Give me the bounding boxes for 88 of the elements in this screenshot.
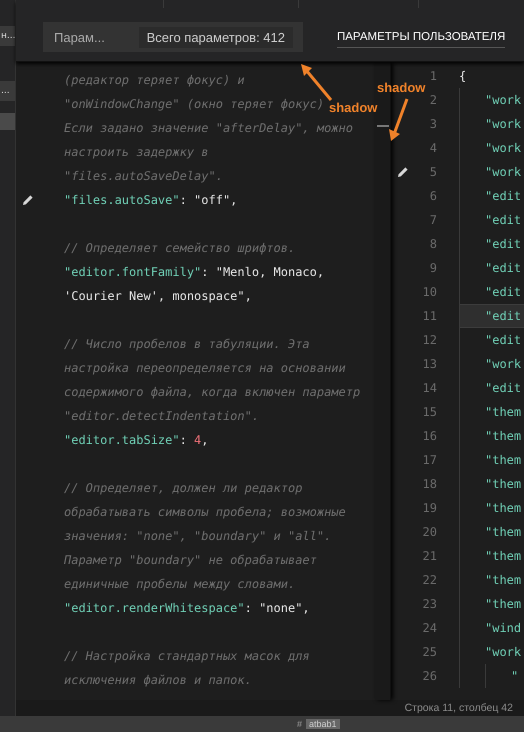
code-line: "them: [485, 429, 522, 443]
code-line: "work: [485, 141, 522, 155]
code-comment: настроить задержку в: [64, 145, 208, 159]
line-number: 8: [428, 237, 437, 251]
code-comment: "files.autoSaveDelay".: [64, 169, 223, 183]
line-number: 23: [422, 597, 437, 611]
code-line: "wind: [485, 621, 522, 635]
scroll-marker: [377, 125, 389, 127]
settings-tab[interactable]: ПАРАМЕТРЫ ПОЛЬЗОВАТЕЛЯ: [337, 30, 506, 48]
code-line: "work: [485, 93, 522, 107]
code-line: "work: [485, 645, 522, 659]
code-comment: Если задано значение "afterDelay", можно: [64, 121, 353, 135]
annotation-label: shadow: [329, 100, 378, 115]
code-comment: содержимого файла, когда включен параметр: [64, 385, 360, 399]
line-number: 6: [428, 189, 437, 203]
code-line: "files.autoSave": "off",: [64, 193, 238, 207]
code-line: 'Courier New', monospace",: [64, 289, 252, 303]
line-number: 13: [422, 357, 437, 371]
line-number: 24: [422, 621, 437, 635]
code-line: "work: [485, 117, 522, 131]
pencil-icon[interactable]: [397, 166, 409, 178]
line-number: 22: [422, 573, 437, 587]
line-number: 20: [422, 525, 437, 539]
code-line: {: [459, 69, 466, 83]
annotation-label: shadow: [377, 80, 426, 95]
code-line: "edit: [485, 189, 522, 203]
line-number: 3: [428, 117, 437, 131]
tag-label: atbab1: [306, 719, 340, 729]
line-number: 7: [428, 213, 437, 227]
code-line: ": [511, 669, 518, 683]
line-number: 2: [428, 93, 437, 107]
line-number: 19: [422, 501, 437, 515]
code-line: "editor.renderWhitespace": "none",: [64, 601, 310, 615]
line-number: 4: [428, 141, 437, 155]
code-comment: "onWindowChange" (окно теряет фокус): [64, 97, 324, 111]
code-line: "work: [485, 165, 522, 179]
line-number: 17: [422, 453, 437, 467]
line-number: 9: [428, 261, 437, 275]
code-comment: "editor.detectIndentation".: [64, 409, 260, 423]
sidebar-item[interactable]: ...: [0, 81, 15, 101]
cursor-position: Строка 11, столбец 42: [404, 702, 513, 714]
code-line: "edit: [485, 237, 522, 251]
code-line: "them: [485, 549, 522, 563]
search-field[interactable]: Парам...: [54, 30, 130, 44]
line-number: 25: [422, 645, 437, 659]
code-line: "edit: [485, 381, 522, 395]
code-comment: единичные пробелы между словами.: [64, 577, 296, 591]
line-number: 16: [422, 429, 437, 443]
code-line: "them: [485, 453, 522, 467]
count-badge: Всего параметров: 412: [138, 26, 293, 48]
line-number: 26: [422, 669, 437, 683]
line-number: 15: [422, 405, 437, 419]
code-comment: // Число пробелов в табуляции. Эта: [64, 337, 310, 351]
code-comment: // Определяет, должен ли редактор: [64, 481, 302, 495]
code-line: "them: [485, 405, 522, 419]
code-line: "them: [485, 597, 522, 611]
code-line: "work: [485, 357, 522, 371]
code-comment: настройка переопределяется на основании: [64, 361, 346, 375]
line-number: 11: [422, 309, 437, 323]
code-line: "edit: [485, 213, 522, 227]
code-comment: Параметр "boundary" не обрабатывает: [64, 553, 317, 567]
code-comment: // Настройка стандартных масок для: [64, 649, 310, 663]
code-line: "edit: [485, 309, 522, 323]
code-comment: (редактор теряет фокус) и: [64, 73, 245, 87]
code-line: "them: [485, 501, 522, 515]
code-line: "edit: [485, 285, 522, 299]
code-line: "edit: [485, 261, 522, 275]
line-number: 10: [422, 285, 437, 299]
hash-symbol: #: [297, 719, 302, 729]
code-comment: исключения файлов и папок.: [64, 673, 252, 687]
pencil-icon[interactable]: [22, 194, 34, 206]
line-number: 1: [428, 69, 437, 83]
code-line: "them: [485, 477, 522, 491]
code-line: "edit: [485, 333, 522, 347]
code-comment: значения: "none", "boundary" и "all".: [64, 529, 332, 543]
code-comment: обрабатывать символы пробела; возможные: [64, 505, 346, 519]
code-line: "editor.tabSize": 4,: [64, 433, 209, 447]
sidebar-item[interactable]: н...: [0, 26, 15, 46]
arrow-icon: [389, 98, 408, 141]
code-comment: // Определяет семейство шрифтов.: [64, 241, 296, 255]
line-number: 18: [422, 477, 437, 491]
line-number: 21: [422, 549, 437, 563]
line-number: 12: [422, 333, 437, 347]
code-line: "them: [485, 525, 522, 539]
code-line: "editor.fontFamily": "Menlo, Monaco,: [64, 265, 324, 279]
line-number: 14: [422, 381, 437, 395]
line-number: 5: [428, 165, 437, 179]
code-line: "them: [485, 573, 522, 587]
